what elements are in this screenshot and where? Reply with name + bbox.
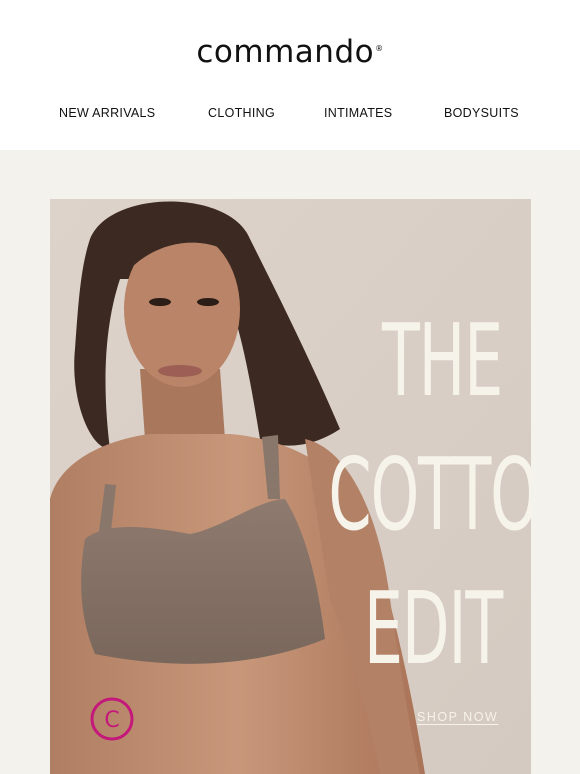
brand-c-badge-icon: C <box>90 697 134 741</box>
brand-logo-text: commando <box>196 34 375 70</box>
hero-banner-link[interactable]: THE COTTON EDIT SHOP NOW C <box>50 199 531 774</box>
main-nav: NEW ARRIVALS CLOTHING INTIMATES BODYSUIT… <box>0 106 580 122</box>
email-header: commando® NEW ARRIVALS CLOTHING INTIMATE… <box>0 0 580 150</box>
email-page: commando® NEW ARRIVALS CLOTHING INTIMATE… <box>0 0 580 774</box>
headline-line-3: EDIT <box>363 570 503 687</box>
headline-line-2: COTTON <box>328 436 531 553</box>
nav-item-intimates[interactable]: INTIMATES <box>324 106 392 120</box>
brand-logo-link[interactable]: commando® <box>0 34 580 70</box>
badge-letter: C <box>104 708 119 733</box>
shop-now-link[interactable]: SHOP NOW <box>417 710 498 724</box>
nav-item-bodysuits[interactable]: BODYSUITS <box>444 106 519 120</box>
registered-mark: ® <box>375 44 384 53</box>
nav-item-new-arrivals[interactable]: NEW ARRIVALS <box>59 106 155 120</box>
nav-item-clothing[interactable]: CLOTHING <box>208 106 275 120</box>
headline-line-1: THE <box>382 302 503 419</box>
